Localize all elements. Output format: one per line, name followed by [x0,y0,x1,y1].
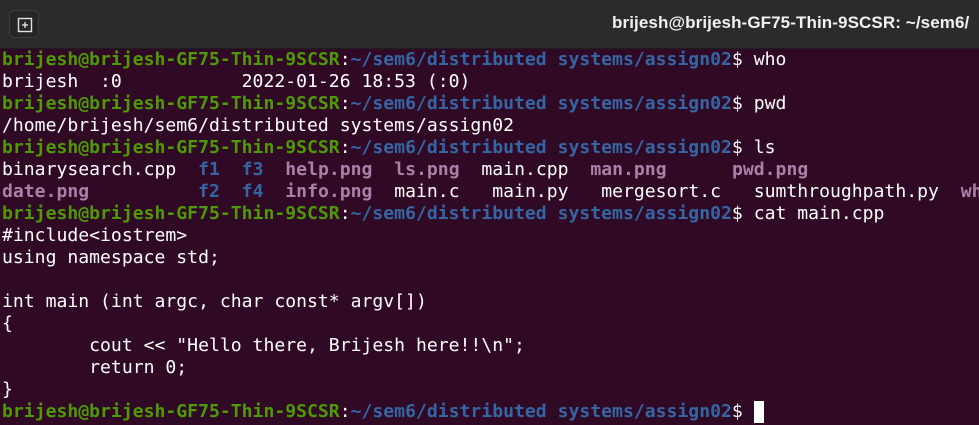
window-title: brijesh@brijesh-GF75-Thin-9SCSR: ~/sem6/ [612,13,970,32]
prompt-path: ~/sem6/distributed systems/assign02 [350,203,732,224]
file-pwd-png: pwd.png [731,159,809,180]
dir-f1: f1 [198,159,220,180]
prompt-line: brijesh@brijesh-GF75-Thin-9SCSR:~/sem6/d… [2,49,787,70]
file-who: who [960,181,979,202]
prompt-path: ~/sem6/distributed systems/assign02 [350,49,732,70]
active-prompt-line[interactable]: brijesh@brijesh-GF75-Thin-9SCSR:~/sem6/d… [2,401,979,423]
code-line: } [2,379,13,400]
command-text: ls [753,137,776,158]
code-line: #include<iostrem> [2,225,188,246]
terminal-output[interactable]: brijesh@brijesh-GF75-Thin-9SCSR:~/sem6/d… [2,49,979,425]
code-line: { [2,313,13,334]
prompt-line: brijesh@brijesh-GF75-Thin-9SCSR:~/sem6/d… [2,203,885,224]
code-line: cout << "Hello there, Brijesh here!!\n"; [2,335,525,356]
prompt-user-host: brijesh@brijesh-GF75-Thin-9SCSR [2,137,340,158]
prompt-user-host: brijesh@brijesh-GF75-Thin-9SCSR [2,93,340,114]
ls-output-row: date.png f2 f4 info.png main.c main.py m… [2,181,979,203]
command-text: cat main.cpp [753,203,885,224]
dir-f2: f2 [198,181,220,202]
new-tab-button[interactable] [9,10,39,38]
dir-f4: f4 [241,181,264,202]
code-line: using namespace std; [2,247,220,268]
code-line: int main (int argc, char const* argv[]) [2,291,427,312]
prompt-user-host: brijesh@brijesh-GF75-Thin-9SCSR [2,49,340,70]
prompt-path: ~/sem6/distributed systems/assign02 [350,401,732,422]
prompt-path: ~/sem6/distributed systems/assign02 [350,137,732,158]
prompt-line: brijesh@brijesh-GF75-Thin-9SCSR:~/sem6/d… [2,93,787,114]
file-ls-png: ls.png [394,159,460,180]
dir-f3: f3 [241,159,264,180]
file-help-png: help.png [285,159,373,180]
new-tab-icon [17,17,33,33]
prompt-line: brijesh@brijesh-GF75-Thin-9SCSR:~/sem6/d… [2,137,776,158]
title-bar: brijesh@brijesh-GF75-Thin-9SCSR: ~/sem6/ [0,0,979,49]
command-text: pwd [753,93,787,114]
file-date-png: date.png [2,181,90,202]
prompt-path: ~/sem6/distributed systems/assign02 [350,93,732,114]
who-output: brijesh :0 2022-01-26 18:53 (:0) [2,71,471,92]
text-cursor[interactable] [753,401,764,423]
code-line: return 0; [2,357,188,378]
file-man-png: man.png [590,159,667,180]
ls-output-row: binarysearch.cpp f1 f3 help.png ls.png m… [2,159,979,181]
prompt-user-host: brijesh@brijesh-GF75-Thin-9SCSR [2,203,340,224]
file-info-png: info.png [285,181,373,202]
pwd-output: /home/brijesh/sem6/distributed systems/a… [2,115,514,136]
file-binarysearch-cpp: binarysearch.cpp [2,159,199,180]
prompt-user-host: brijesh@brijesh-GF75-Thin-9SCSR [2,401,340,422]
command-text: who [753,49,787,70]
file-main-cpp: main.cpp [459,159,591,180]
plain-files: main.c main.py mergesort.c sumthroughpat… [372,181,961,202]
